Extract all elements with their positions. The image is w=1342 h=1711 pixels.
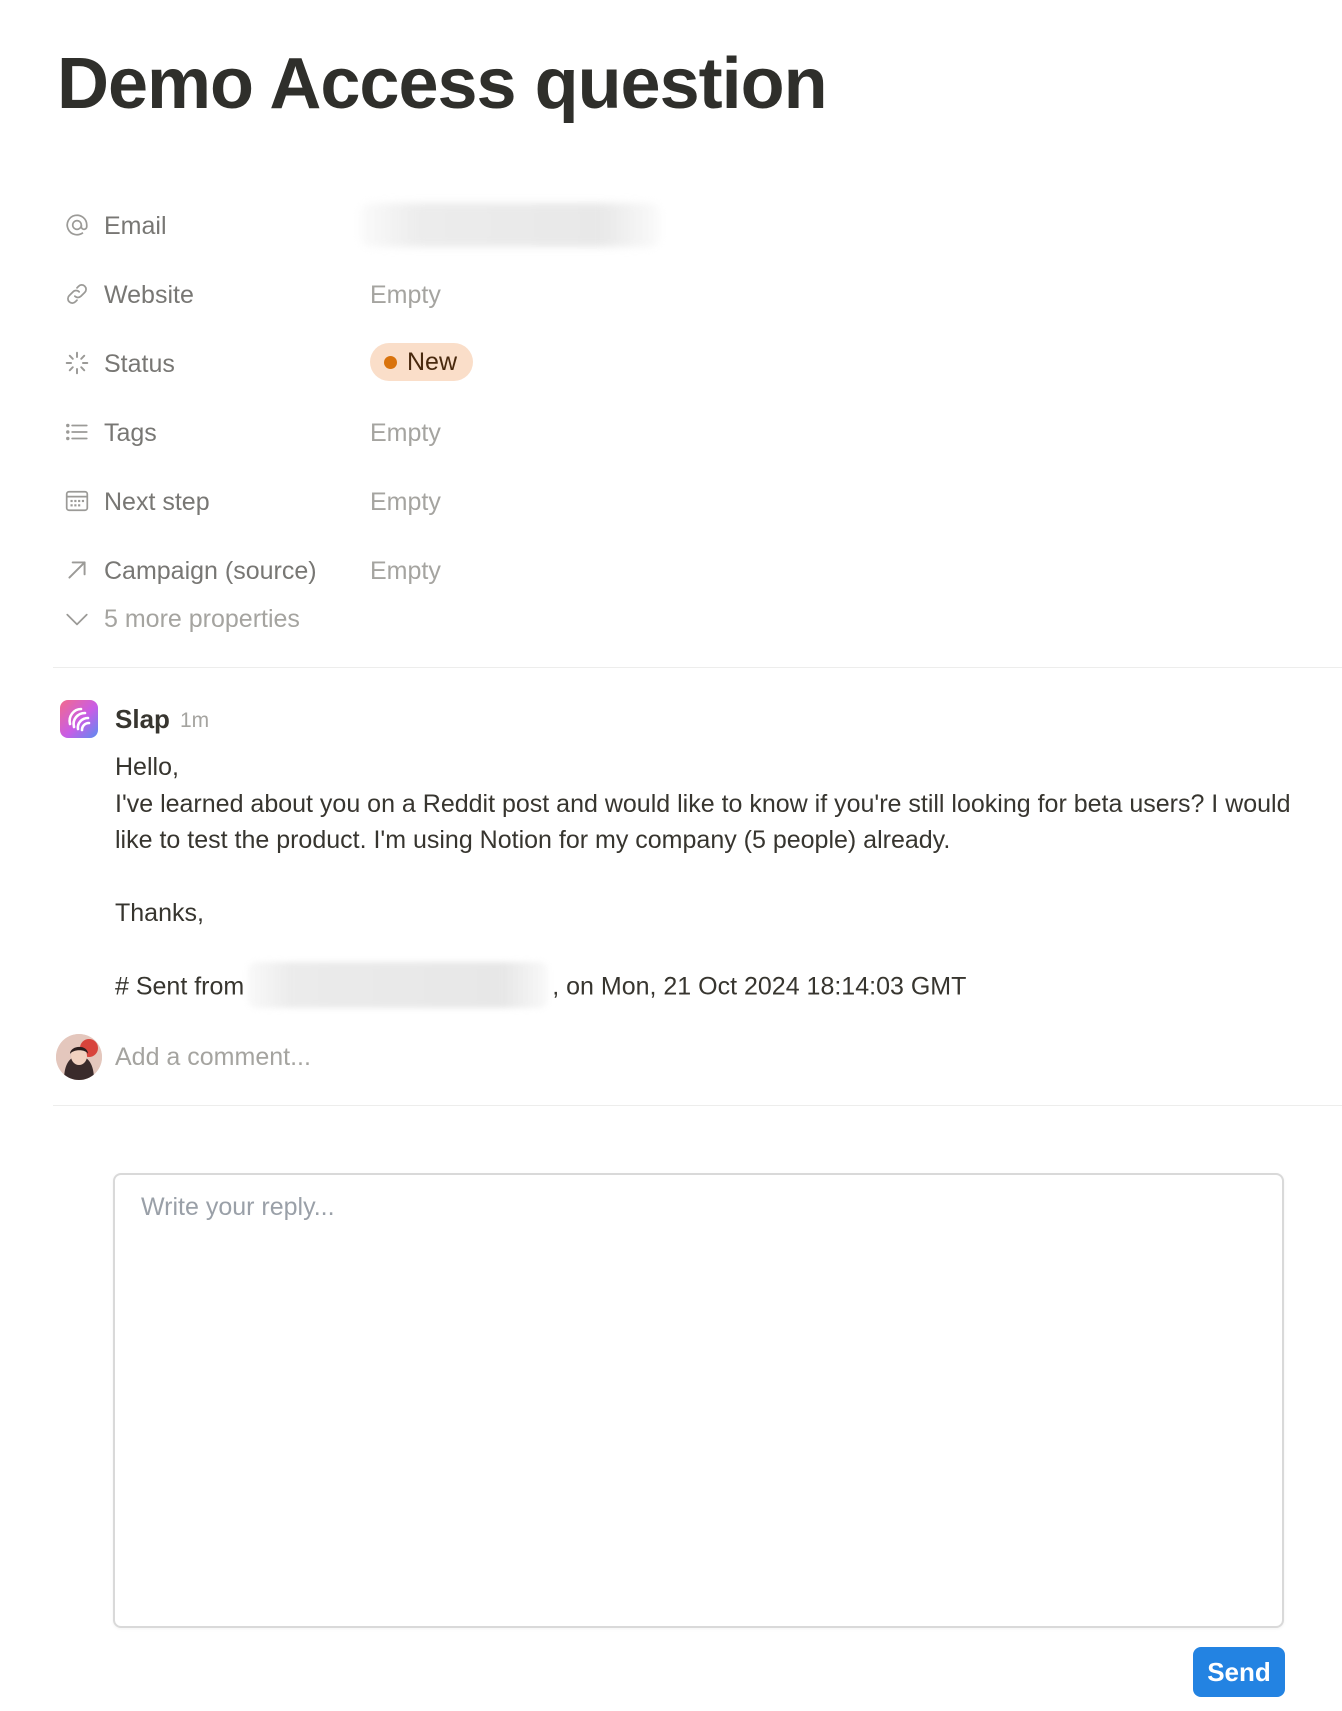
sent-suffix: , on Mon, 21 Oct 2024 18:14:03 GMT — [552, 972, 967, 1001]
calendar-icon — [64, 488, 90, 514]
slap-app-icon — [60, 700, 98, 738]
link-icon — [64, 281, 90, 307]
list-icon — [64, 419, 90, 445]
property-website[interactable]: Website Empty — [60, 272, 1260, 316]
property-value-next-step[interactable]: Empty — [370, 487, 441, 517]
send-button[interactable]: Send — [1193, 1647, 1285, 1697]
property-tags[interactable]: Tags Empty — [60, 410, 1260, 454]
user-avatar — [56, 1034, 102, 1080]
property-next-step[interactable]: Next step Empty — [60, 479, 1260, 523]
property-value-tags[interactable]: Empty — [370, 418, 441, 448]
status-dot — [384, 355, 397, 369]
comment-body: Hello, I've learned about you on a Reddi… — [115, 749, 1295, 1008]
reply-textarea[interactable] — [113, 1173, 1284, 1628]
status-loader-icon — [64, 350, 90, 376]
property-name-email: Email — [104, 212, 167, 240]
page-title: Demo Access question — [57, 44, 828, 124]
page: Demo Access question Email Website Empty — [0, 0, 1342, 1711]
property-value-website[interactable]: Empty — [370, 280, 441, 310]
property-name-next-step: Next step — [104, 488, 210, 516]
chevron-down-icon — [64, 606, 90, 632]
sent-prefix: # Sent from — [115, 972, 245, 1001]
email-value-redacted[interactable] — [360, 203, 660, 247]
divider — [53, 667, 1342, 668]
property-email[interactable]: Email — [60, 203, 1260, 247]
comment-greeting: Hello, — [115, 753, 179, 781]
property-value-campaign-source[interactable]: Empty — [370, 556, 441, 586]
property-campaign-source[interactable]: Campaign (source) Empty — [60, 548, 1260, 592]
sender-redacted — [248, 962, 549, 1008]
property-name-tags: Tags — [104, 419, 157, 447]
more-properties-toggle[interactable]: 5 more properties — [60, 596, 460, 640]
comment-timestamp[interactable]: 1m — [180, 708, 209, 734]
comment-sent-line: # Sent from , on Mon, 21 Oct 2024 18:14:0… — [115, 962, 1295, 1008]
comment-message: I've learned about you on a Reddit post … — [115, 789, 1291, 855]
at-icon — [64, 212, 90, 238]
property-status[interactable]: Status New — [60, 341, 1260, 385]
comment-author[interactable]: Slap — [115, 703, 170, 735]
add-comment-input[interactable] — [115, 1039, 1015, 1075]
more-properties-label: 5 more properties — [104, 605, 300, 633]
status-badge[interactable]: New — [370, 343, 474, 381]
property-name-status: Status — [104, 350, 175, 378]
property-name-website: Website — [104, 281, 194, 309]
property-name-campaign-source: Campaign (source) — [104, 557, 317, 585]
arrow-up-right-icon — [64, 557, 90, 583]
status-label: New — [407, 348, 458, 376]
divider — [53, 1105, 1342, 1106]
comment-signoff: Thanks, — [115, 899, 204, 927]
